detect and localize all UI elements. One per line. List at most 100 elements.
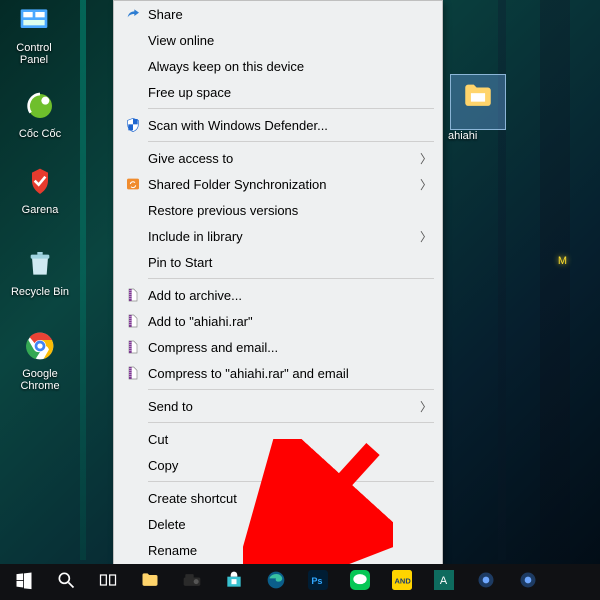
taskbar-store[interactable]	[214, 566, 254, 598]
desktop-icon-control-panel[interactable]: Control Panel	[2, 0, 66, 66]
menu-item-label: View online	[144, 33, 418, 48]
menu-separator	[148, 481, 434, 482]
desktop-icon-label: Cốc Cốc	[8, 128, 72, 140]
selected-folder[interactable]	[450, 74, 506, 130]
menu-separator	[148, 108, 434, 109]
sync-icon	[122, 175, 144, 193]
chevron-right-icon: 〉	[418, 150, 432, 167]
taskbar-explorer[interactable]	[130, 566, 170, 598]
search-icon	[56, 570, 76, 595]
menu-item-label: Pin to Start	[144, 255, 418, 270]
menu-separator	[148, 422, 434, 423]
archive-icon	[122, 364, 144, 382]
taskbar-taskview[interactable]	[88, 566, 128, 598]
menu-item-label: Cut	[144, 432, 418, 447]
menu-item-send-to[interactable]: Send to〉	[114, 393, 442, 419]
taskbar-circle2[interactable]	[508, 566, 548, 598]
camera-icon	[182, 570, 202, 595]
menu-item-compress-rar[interactable]: Compress to "ahiahi.rar" and email	[114, 360, 442, 386]
desktop-icon-garena[interactable]: Garena	[8, 162, 72, 216]
taskbar-edge[interactable]	[256, 566, 296, 598]
menu-item-copy[interactable]: Copy	[114, 452, 442, 478]
menu-item-share[interactable]: Share	[114, 1, 442, 27]
menu-item-label: Free up space	[144, 85, 418, 100]
desktop-icon-label: Garena	[8, 204, 72, 216]
menu-separator	[148, 278, 434, 279]
menu-item-compress[interactable]: Compress and email...	[114, 334, 442, 360]
garena-icon	[20, 162, 60, 202]
menu-item-label: Shared Folder Synchronization	[144, 177, 418, 192]
menu-item-label: Add to "ahiahi.rar"	[144, 314, 418, 329]
google-chrome-icon	[20, 326, 60, 366]
coccoc-icon	[20, 86, 60, 126]
menu-item-label: Scan with Windows Defender...	[144, 118, 418, 133]
menu-item-label: Share	[144, 7, 418, 22]
store-icon	[224, 570, 244, 595]
desktop-icon-coccoc[interactable]: Cốc Cốc	[8, 86, 72, 140]
edge-icon	[266, 570, 286, 595]
menu-item-label: Give access to	[144, 151, 418, 166]
menu-item-label: Delete	[144, 517, 418, 532]
menu-item-label: Compress to "ahiahi.rar" and email	[144, 366, 418, 381]
svg-text:A: A	[440, 575, 448, 587]
menu-item-label: Compress and email...	[144, 340, 418, 355]
folder-icon	[140, 570, 160, 595]
menu-item-label: Include in library	[144, 229, 418, 244]
desktop-icon-label: GoogleChrome	[8, 368, 72, 392]
chevron-right-icon: 〉	[418, 176, 432, 193]
selected-folder-label: ahiahi	[448, 130, 477, 142]
taskbar-photoshop[interactable]: Ps	[298, 566, 338, 598]
menu-item-shared-sync[interactable]: Shared Folder Synchronization〉	[114, 171, 442, 197]
line-icon	[350, 570, 370, 595]
menu-item-view-online[interactable]: View online	[114, 27, 442, 53]
taskbar-start[interactable]	[4, 566, 44, 598]
archive-icon	[122, 338, 144, 356]
taskbar-and[interactable]: AND	[382, 566, 422, 598]
menu-item-include-lib[interactable]: Include in library〉	[114, 223, 442, 249]
menu-item-label: Rename	[144, 543, 418, 558]
menu-item-give-access[interactable]: Give access to〉	[114, 145, 442, 171]
control-panel-icon	[14, 0, 54, 40]
desktop-icon-google-chrome[interactable]: GoogleChrome	[8, 326, 72, 392]
menu-item-add-rar[interactable]: Add to "ahiahi.rar"	[114, 308, 442, 334]
menu-item-label: Always keep on this device	[144, 59, 418, 74]
taskbar-search[interactable]	[46, 566, 86, 598]
menu-item-delete[interactable]: Delete	[114, 511, 442, 537]
desktop[interactable]: M ahiahi Control Panel Cốc Cốc Garena Recyc…	[0, 0, 600, 600]
taskbar-app-a[interactable]: A	[424, 566, 464, 598]
context-menu: Share View online Always keep on this devi…	[113, 0, 443, 597]
circle-icon	[518, 570, 538, 595]
menu-item-free-space[interactable]: Free up space	[114, 79, 442, 105]
menu-separator	[148, 141, 434, 142]
menu-item-label: Copy	[144, 458, 418, 473]
menu-item-shortcut[interactable]: Create shortcut	[114, 485, 442, 511]
menu-item-label: Add to archive...	[144, 288, 418, 303]
bg-decor	[540, 0, 570, 560]
menu-item-defender[interactable]: Scan with Windows Defender...	[114, 112, 442, 138]
svg-text:Ps: Ps	[311, 576, 322, 586]
wallpaper-neon: M	[558, 255, 570, 267]
share-icon	[122, 5, 144, 23]
taskbar: Ps AND A	[0, 564, 600, 600]
desktop-icon-label: Control Panel	[2, 42, 66, 66]
a-icon: A	[434, 570, 454, 595]
taskbar-line[interactable]	[340, 566, 380, 598]
menu-separator	[148, 389, 434, 390]
menu-item-label: Restore previous versions	[144, 203, 418, 218]
windows-icon	[14, 570, 34, 595]
menu-item-pin-start[interactable]: Pin to Start	[114, 249, 442, 275]
and-icon: AND	[392, 570, 412, 595]
taskbar-camera[interactable]	[172, 566, 212, 598]
taskbar-circle1[interactable]	[466, 566, 506, 598]
desktop-icon-label: Recycle Bin	[8, 286, 72, 298]
menu-item-add-archive[interactable]: Add to archive...	[114, 282, 442, 308]
menu-item-restore-prev[interactable]: Restore previous versions	[114, 197, 442, 223]
menu-item-rename[interactable]: Rename	[114, 537, 442, 563]
taskview-icon	[98, 570, 118, 595]
chevron-right-icon: 〉	[418, 228, 432, 245]
menu-item-cut[interactable]: Cut	[114, 426, 442, 452]
bg-decor	[80, 0, 86, 560]
menu-item-always-keep[interactable]: Always keep on this device	[114, 53, 442, 79]
archive-icon	[122, 312, 144, 330]
desktop-icon-recycle-bin[interactable]: Recycle Bin	[8, 244, 72, 298]
